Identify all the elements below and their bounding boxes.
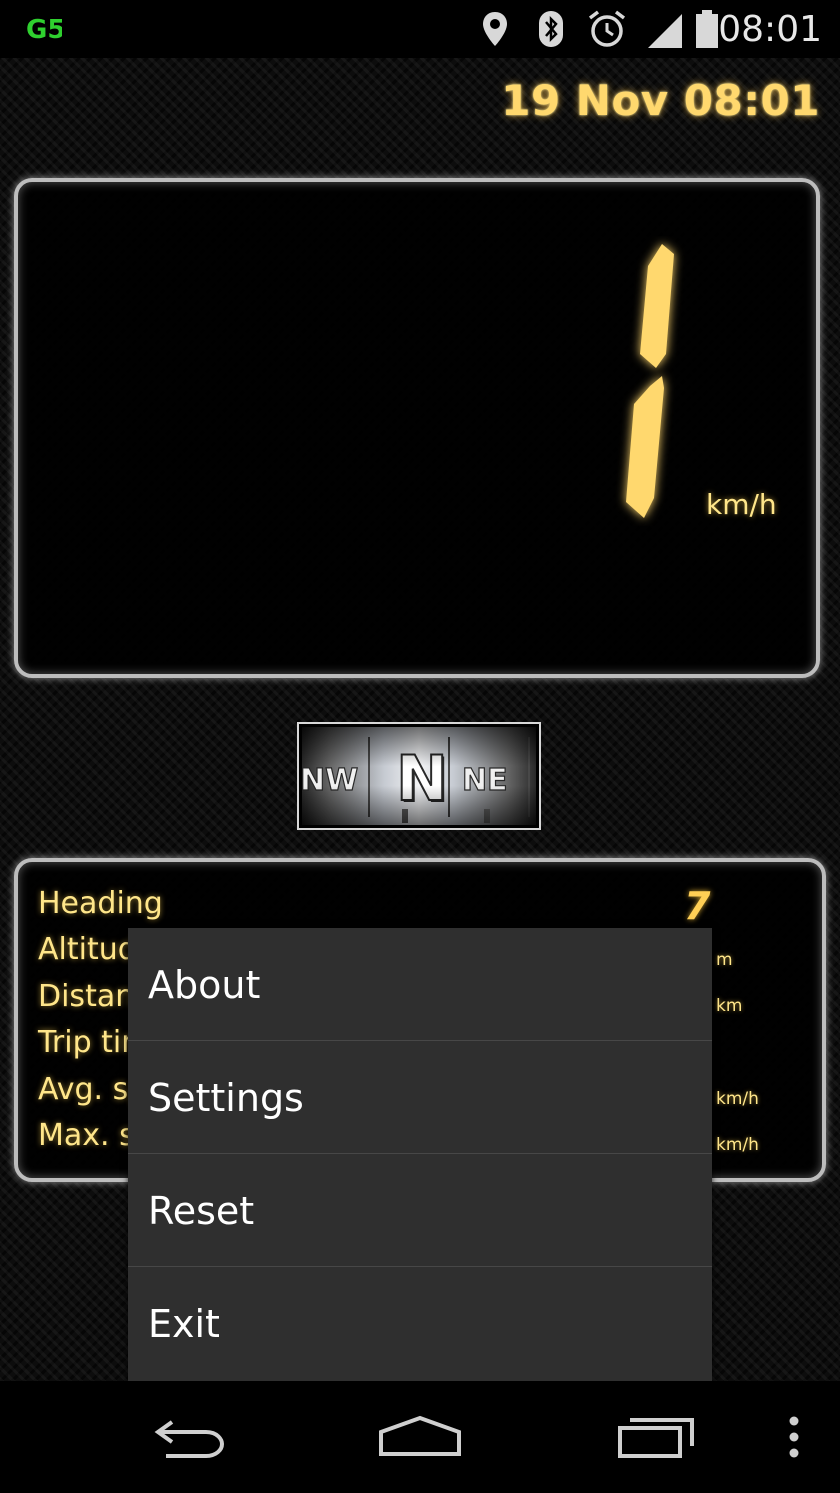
distance-unit: km bbox=[716, 996, 743, 1016]
app-logo-icon: G5 bbox=[26, 15, 62, 45]
altitude-unit: m bbox=[716, 950, 733, 970]
menu-item-settings[interactable]: Settings bbox=[128, 1041, 712, 1154]
home-icon bbox=[379, 1415, 461, 1456]
max-speed-unit: km/h bbox=[716, 1135, 759, 1155]
signal-icon bbox=[648, 14, 682, 48]
alarm-icon bbox=[588, 10, 626, 47]
status-bar: G5 08:01 bbox=[0, 0, 840, 58]
speed-value-digit bbox=[626, 244, 674, 518]
overflow-menu-button[interactable] bbox=[774, 1381, 814, 1493]
heading-value: 7 bbox=[684, 884, 711, 928]
back-icon bbox=[154, 1420, 225, 1458]
options-menu: About Settings Reset Exit bbox=[128, 928, 712, 1381]
battery-icon bbox=[696, 10, 718, 48]
home-button[interactable] bbox=[372, 1381, 468, 1493]
compass-shade bbox=[302, 727, 536, 825]
info-label-heading: Heading bbox=[38, 886, 163, 921]
overflow-menu-icon bbox=[789, 1416, 799, 1458]
menu-item-about[interactable]: About bbox=[128, 928, 712, 1041]
menu-item-reset[interactable]: Reset bbox=[128, 1154, 712, 1267]
avg-speed-unit: km/h bbox=[716, 1089, 759, 1109]
status-time: 08:01 bbox=[718, 9, 822, 50]
recents-button[interactable] bbox=[608, 1381, 704, 1493]
location-icon bbox=[483, 12, 507, 46]
back-button[interactable] bbox=[140, 1381, 236, 1493]
menu-item-exit[interactable]: Exit bbox=[128, 1267, 712, 1380]
compass-strip: NW N NE bbox=[297, 722, 541, 830]
recents-icon bbox=[618, 1418, 694, 1458]
compass-drum: NW N NE bbox=[299, 727, 536, 825]
date-time-display: 19 Nov 08:01 bbox=[501, 76, 820, 125]
speed-unit: km/h bbox=[706, 488, 777, 521]
navigation-bar bbox=[0, 1381, 840, 1493]
bluetooth-icon bbox=[539, 11, 563, 47]
app-logo-text: G5 bbox=[26, 15, 62, 45]
